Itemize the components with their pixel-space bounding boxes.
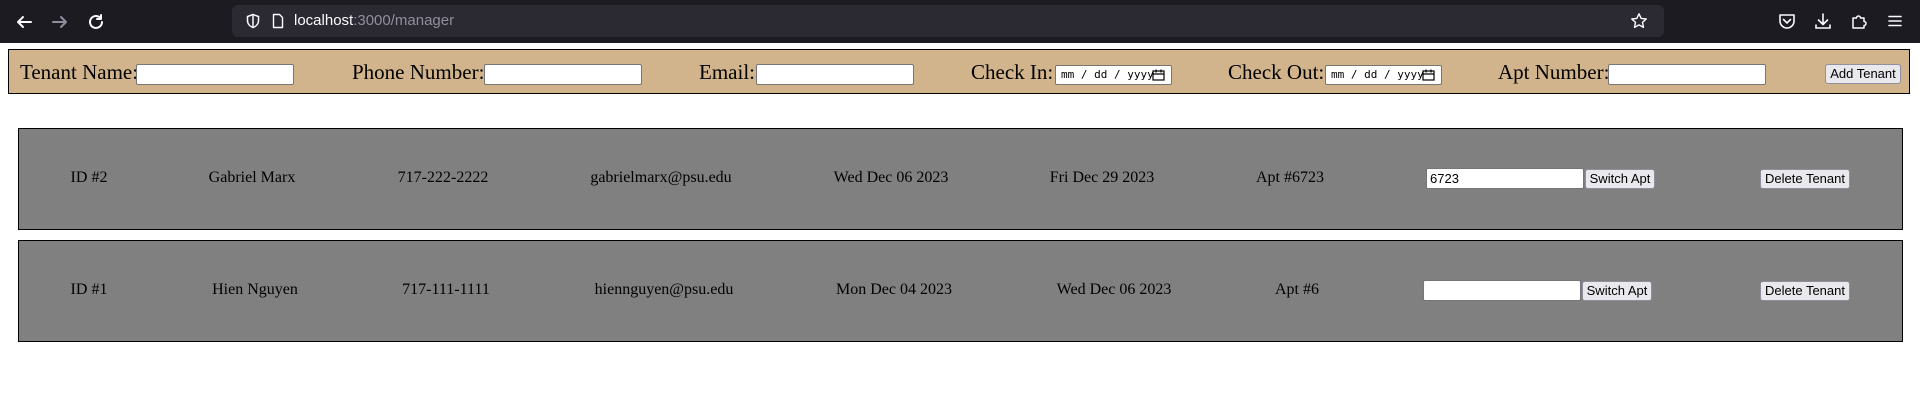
tenant-name-input[interactable]	[136, 64, 294, 85]
tenant-email: gabrielmarx@psu.edu	[590, 169, 732, 186]
forward-arrow-icon	[52, 16, 67, 28]
check-out-placeholder: mm / dd / yyyy	[1331, 68, 1424, 81]
calendar-icon	[1152, 69, 1165, 81]
phone-number-label: Phone Number:	[352, 60, 485, 84]
shield-icon[interactable]	[245, 13, 261, 29]
tenant-row: ID #2 Gabriel Marx 717-222-2222 gabrielm…	[18, 128, 1903, 230]
tenant-name-label: Tenant Name:	[20, 60, 139, 84]
email-label: Email:	[699, 60, 755, 84]
delete-tenant-button[interactable]: Delete Tenant	[1760, 169, 1850, 189]
bookmark-star-icon[interactable]	[1630, 12, 1648, 30]
add-tenant-form: Tenant Name: Phone Number: Email: Check …	[8, 49, 1910, 94]
pocket-icon[interactable]	[1778, 12, 1796, 30]
url-text[interactable]: localhost:3000/manager	[294, 5, 454, 37]
url-path: :3000/manager	[353, 12, 455, 29]
tenant-check-in: Wed Dec 06 2023	[833, 169, 949, 186]
tenant-name: Hien Nguyen	[212, 281, 298, 298]
calendar-icon	[1422, 69, 1435, 81]
reload-icon	[89, 14, 103, 29]
add-tenant-button[interactable]: Add Tenant	[1825, 64, 1901, 84]
tenant-apt: Apt #6	[1275, 281, 1319, 298]
reload-button[interactable]	[82, 8, 110, 36]
tenant-check-in: Mon Dec 04 2023	[836, 281, 952, 298]
apt-number-input[interactable]	[1608, 64, 1766, 85]
address-bar[interactable]: localhost:3000/manager	[232, 5, 1664, 37]
tenant-id: ID #2	[70, 169, 108, 186]
tenant-apt: Apt #6723	[1256, 169, 1324, 186]
check-in-date-input[interactable]: mm / dd / yyyy	[1055, 65, 1172, 85]
tenant-phone: 717-111-1111	[402, 281, 490, 298]
tenant-name: Gabriel Marx	[208, 169, 296, 186]
check-out-label: Check Out:	[1228, 60, 1325, 84]
check-in-placeholder: mm / dd / yyyy	[1061, 68, 1154, 81]
apt-number-label: Apt Number:	[1498, 60, 1610, 84]
tenant-check-out: Fri Dec 29 2023	[1049, 169, 1155, 186]
phone-number-input[interactable]	[484, 64, 642, 85]
check-in-label: Check In:	[971, 60, 1054, 84]
url-host: localhost	[294, 12, 354, 29]
forward-button[interactable]	[46, 8, 74, 36]
back-arrow-icon	[17, 16, 32, 28]
switch-apt-button[interactable]: Switch Apt	[1585, 169, 1655, 189]
back-button[interactable]	[10, 8, 38, 36]
tenant-row: ID #1 Hien Nguyen 717-111-1111 hiennguye…	[18, 240, 1903, 342]
switch-apt-input[interactable]	[1423, 280, 1581, 301]
tenant-phone: 717-222-2222	[397, 169, 489, 186]
browser-toolbar: localhost:3000/manager	[0, 0, 1920, 43]
tenant-email: hiennguyen@psu.edu	[594, 281, 734, 298]
email-input[interactable]	[756, 64, 914, 85]
menu-icon[interactable]	[1886, 12, 1904, 30]
delete-tenant-button[interactable]: Delete Tenant	[1760, 281, 1850, 301]
tenant-check-out: Wed Dec 06 2023	[1056, 281, 1172, 298]
switch-apt-input[interactable]: 6723	[1426, 168, 1584, 189]
tenant-id: ID #1	[70, 281, 108, 298]
downloads-icon[interactable]	[1814, 12, 1832, 30]
extensions-icon[interactable]	[1850, 12, 1868, 30]
switch-apt-button[interactable]: Switch Apt	[1582, 281, 1652, 301]
check-out-date-input[interactable]: mm / dd / yyyy	[1325, 65, 1442, 85]
page-icon[interactable]	[270, 13, 286, 29]
